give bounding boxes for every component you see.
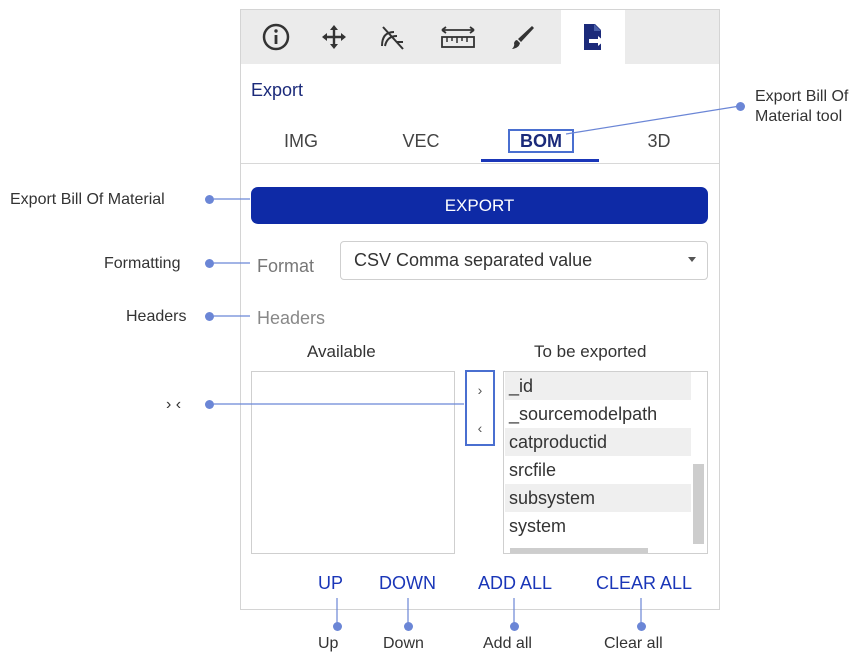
annotation-export-bom: Export Bill Of Material <box>10 191 165 208</box>
annotation-dot <box>205 400 214 409</box>
annotation-clear-all: Clear all <box>604 635 663 652</box>
annotation-dot <box>205 259 214 268</box>
annotation-dot <box>510 622 519 631</box>
annotation-line: Export Bill Of <box>755 88 849 105</box>
annotation-line: Material tool <box>755 108 843 125</box>
annotation-dot <box>333 622 342 631</box>
annotation-down: Down <box>383 635 424 652</box>
annotation-headers: Headers <box>126 308 187 325</box>
annotation-dot <box>404 622 413 631</box>
annotation-move-arrows: › ‹ <box>166 396 182 413</box>
annotation-add-all: Add all <box>483 635 532 652</box>
annotation-dot <box>736 102 745 111</box>
annotation-up: Up <box>318 635 339 652</box>
annotation-dot <box>637 622 646 631</box>
annotation-export-bom-tool: Export Bill Of Material tool <box>755 87 848 127</box>
annotation-lines <box>214 105 741 626</box>
annotation-dot <box>205 312 214 321</box>
annotation-dot <box>205 195 214 204</box>
annotation-formatting: Formatting <box>104 255 181 272</box>
